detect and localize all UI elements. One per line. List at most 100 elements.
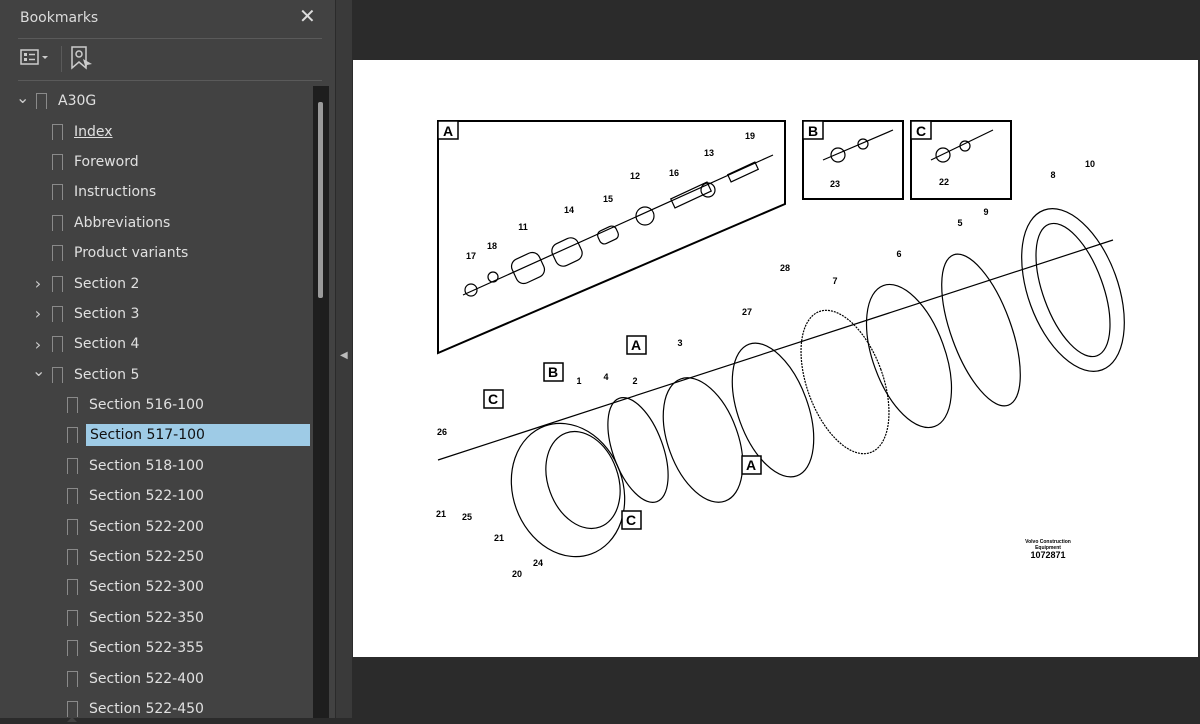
callout-label: 4	[603, 372, 608, 382]
find-bookmark-button[interactable]	[70, 46, 94, 72]
callout-label: 23	[830, 179, 840, 189]
callout-label: 15	[603, 194, 613, 204]
exploded-parts-diagram: A B C 1 234567891011121314151617181920212…	[436, 120, 1125, 579]
callout-label: 26	[437, 427, 447, 437]
close-icon[interactable]: ✕	[299, 4, 316, 28]
bookmark-item[interactable]: Section 522-250	[0, 542, 312, 572]
callout-label: 8	[1050, 170, 1055, 180]
bookmark-icon	[67, 701, 78, 722]
callout-label: 21	[436, 509, 446, 519]
bookmark-item[interactable]: › Section 4	[0, 329, 312, 359]
bookmark-item[interactable]: › Section 3	[0, 299, 312, 329]
callout-label: 2	[632, 376, 637, 386]
scrollbar[interactable]	[313, 86, 329, 718]
detail-reference-label: A	[631, 337, 641, 353]
bookmark-tree: ⌄ A30G Index Foreword Instructions Abbreviati…	[0, 86, 312, 724]
bookmark-item[interactable]: Product variants	[0, 238, 312, 268]
chevron-right-icon[interactable]: ›	[32, 274, 44, 293]
callout-label: 11	[518, 222, 528, 232]
bookmark-item[interactable]: Instructions	[0, 177, 312, 207]
detail-a-box: A	[437, 120, 786, 355]
chevron-left-icon: ◀	[340, 350, 348, 361]
bookmark-item[interactable]: › Section 2	[0, 268, 312, 298]
callout-label: 6	[896, 249, 901, 259]
bookmarks-panel: Bookmarks ✕ ⌄ A30G Index Foreword Instructio…	[0, 0, 335, 722]
callout-label: 3	[677, 338, 682, 348]
bookmark-label: Foreword	[74, 153, 139, 170]
bookmark-label: Section 522-100	[89, 488, 204, 505]
chevron-down-icon[interactable]: ⌄	[32, 361, 45, 380]
bookmark-label: Section 522-355	[89, 640, 204, 657]
callout-label: 5	[957, 218, 962, 228]
panel-title: Bookmarks	[20, 10, 99, 26]
callout-label: 13	[704, 148, 714, 158]
bookmark-item[interactable]: Abbreviations	[0, 208, 312, 238]
bookmark-item[interactable]: Section 517-100	[0, 420, 312, 450]
bookmark-icon	[52, 153, 63, 175]
callout-label: 16	[669, 168, 679, 178]
scrollbar-thumb[interactable]	[318, 102, 323, 298]
options-menu-button[interactable]	[20, 46, 54, 72]
divider	[18, 80, 322, 81]
detail-reference-label: A	[746, 457, 756, 473]
detail-label: C	[916, 123, 926, 139]
bookmark-label: Product variants	[74, 245, 189, 262]
find-current-bookmark-icon	[71, 46, 92, 70]
bookmark-icon	[67, 670, 78, 692]
bookmark-item[interactable]: Index	[0, 116, 312, 146]
bookmark-item[interactable]: Section 522-100	[0, 481, 312, 511]
callout-label: 22	[939, 177, 949, 187]
bookmark-icon	[36, 93, 47, 115]
divider	[18, 38, 322, 39]
bookmark-item[interactable]: Section 522-300	[0, 572, 312, 602]
bookmark-label: Section 522-400	[89, 670, 204, 687]
bookmark-icon	[67, 609, 78, 631]
bookmark-label: Section 522-350	[89, 609, 204, 626]
bookmark-item[interactable]: Section 522-200	[0, 511, 312, 541]
callout-label: 9	[983, 207, 988, 217]
chevron-down-icon[interactable]: ⌄	[16, 88, 29, 107]
callout-label: 27	[742, 307, 752, 317]
detail-label: B	[808, 123, 818, 139]
detail-reference-label: C	[626, 512, 636, 528]
callout-label: 24	[533, 558, 543, 568]
bookmark-item[interactable]: Section 522-400	[0, 663, 312, 693]
bookmark-label: Abbreviations	[74, 214, 171, 231]
bookmark-item[interactable]: Section 522-355	[0, 633, 312, 663]
bookmark-label: Section 5	[74, 366, 140, 383]
bookmark-icon	[67, 549, 78, 571]
bookmark-icon	[52, 366, 63, 388]
chevron-right-icon[interactable]: ›	[32, 304, 44, 323]
bookmark-label: Index	[74, 123, 113, 140]
bookmark-icon	[52, 336, 63, 358]
callout-label: 12	[630, 171, 640, 181]
bookmark-item[interactable]: Section 522-350	[0, 603, 312, 633]
callout-label: 10	[1085, 159, 1095, 169]
bookmark-item[interactable]: ⌄ A30G	[0, 86, 312, 116]
bookmark-item[interactable]: Section 522-450	[0, 694, 312, 724]
drawing-number: 1072871	[1030, 550, 1065, 560]
parts-drawing	[437, 129, 1125, 558]
bookmark-item[interactable]: Section 518-100	[0, 451, 312, 481]
callout-label: 25	[462, 512, 472, 522]
bookmark-label: Section 522-200	[89, 518, 204, 535]
toolbar-separator	[61, 46, 62, 72]
bookmark-icon	[67, 640, 78, 662]
bookmark-item[interactable]: Section 516-100	[0, 390, 312, 420]
collapse-panel-button[interactable]: ◀	[336, 0, 352, 718]
bookmark-icon	[52, 123, 63, 145]
callout-label: 18	[487, 241, 497, 251]
callout-label: 19	[745, 131, 755, 141]
chevron-right-icon[interactable]: ›	[32, 335, 44, 354]
bookmark-label: Section 3	[74, 305, 140, 322]
bookmark-icon	[52, 245, 63, 267]
bookmark-item[interactable]: ⌄ Section 5	[0, 360, 312, 390]
bookmark-item[interactable]: Foreword	[0, 147, 312, 177]
bookmark-label: Section 522-450	[89, 701, 204, 717]
detail-reference-label: C	[488, 391, 498, 407]
callout-label: 14	[564, 205, 574, 215]
bookmark-label: Section 517-100	[86, 424, 310, 447]
bookmark-icon	[52, 214, 63, 236]
bookmark-icon	[67, 518, 78, 540]
bookmark-icon	[52, 184, 63, 206]
